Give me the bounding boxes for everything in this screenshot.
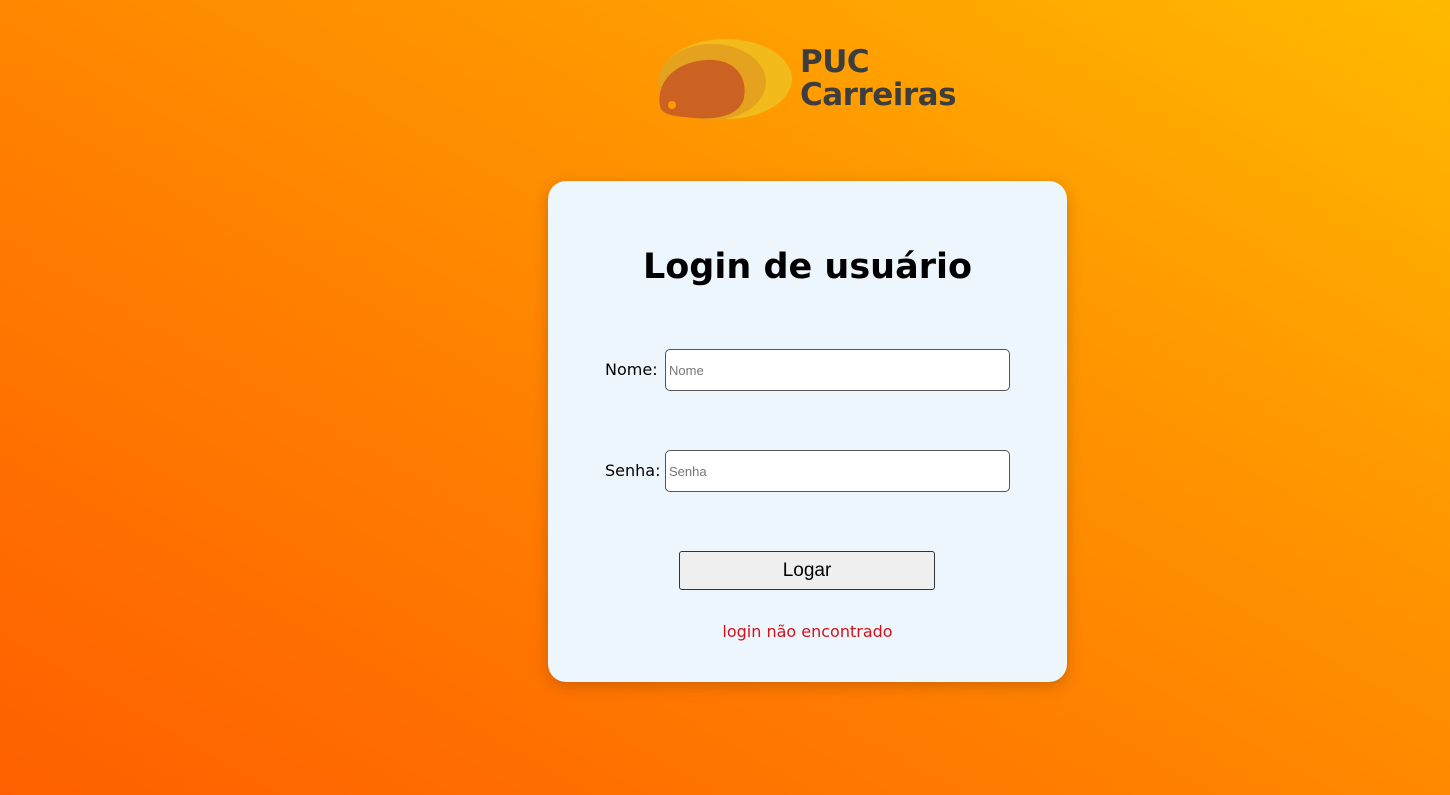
name-label: Nome: [605,360,658,379]
name-input[interactable] [665,349,1010,391]
login-error-message: login não encontrado [722,622,893,641]
logo-line-puc: PUC [800,44,870,80]
login-card: Login de usuário Nome: Senha: Logar logi… [548,181,1067,682]
logo-line-carreiras: Carreiras [800,77,957,113]
logo-wordmark: PUC Carreiras [800,44,957,113]
puc-carreiras-logo: PUC Carreiras [656,36,966,124]
password-input[interactable] [665,450,1010,492]
login-title: Login de usuário [642,247,973,287]
password-label: Senha: [605,461,661,480]
login-button[interactable]: Logar [679,551,935,590]
puc-blob-logo-icon [658,39,792,120]
